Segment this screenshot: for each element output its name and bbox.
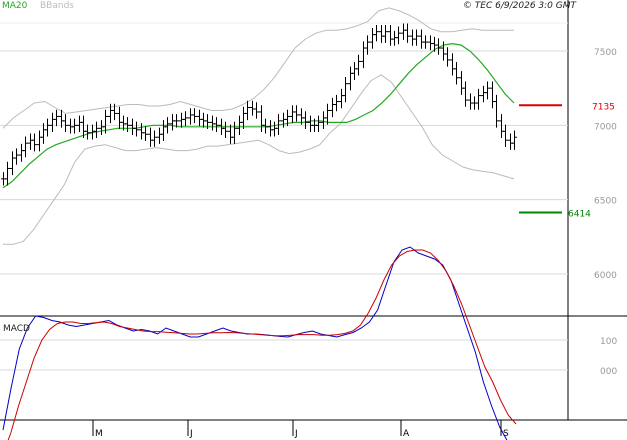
copyright-text: © TEC 6/9/2026 3:0 GMT <box>463 1 578 11</box>
price-tick-label: 6000 <box>594 271 617 281</box>
macd-panel: 100 000 <box>0 246 627 440</box>
price-tick-label: 7000 <box>594 122 617 132</box>
macd-title: MACD <box>3 324 30 334</box>
macd-tick-label: 100 <box>600 337 617 347</box>
price-tick-label: 6500 <box>594 197 617 207</box>
support-label: 6414 <box>568 209 591 219</box>
x-axis-label: J <box>294 429 298 439</box>
macd-line <box>2 246 508 440</box>
x-axis-label: M <box>95 429 103 439</box>
price-tick-label: 7500 <box>594 48 617 58</box>
price-panel: 7500 7000 6500 6000 7135 6414 <box>0 0 627 420</box>
x-axis-label: S <box>503 429 509 439</box>
bband-upper <box>2 7 514 129</box>
stock-chart: 7500 7000 6500 6000 7135 6414 100 000 M J J A S MA… <box>0 0 627 440</box>
legend-ma20: MA20 <box>2 1 28 11</box>
legend-bbands: BBands <box>40 1 74 11</box>
bband-lower <box>3 74 515 245</box>
macd-tick-label: 000 <box>600 367 617 377</box>
signal-line <box>7 249 517 440</box>
x-axis-label: A <box>403 429 410 439</box>
resistance-label: 7135 <box>592 102 615 112</box>
x-axis-label: J <box>189 429 193 439</box>
x-axis: MJJAS <box>92 420 509 439</box>
